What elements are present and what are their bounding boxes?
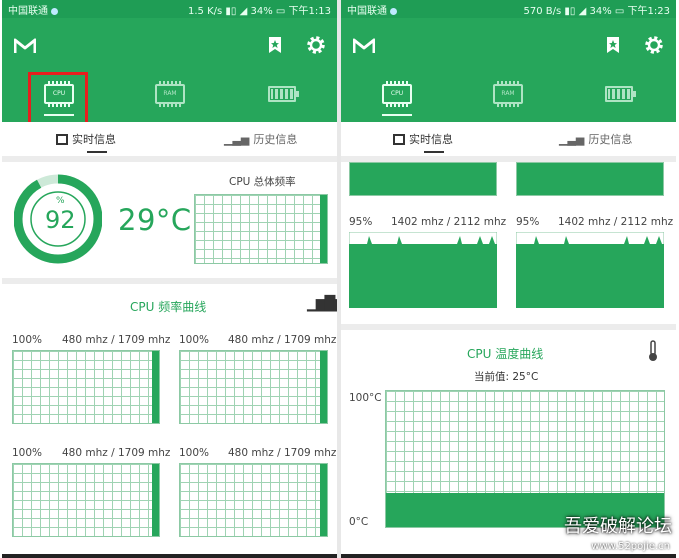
core-6-chart xyxy=(516,232,664,308)
gauge-value: 92 xyxy=(45,206,76,234)
app-logo-icon xyxy=(14,38,36,53)
ram-tab[interactable]: RAM xyxy=(155,81,185,107)
net-speed: 1.5 K/s xyxy=(188,5,223,17)
bar-chart-icon: ▁▃▅ xyxy=(224,132,250,146)
battery-icon: ▭ xyxy=(614,5,625,17)
bars-icon: ▁▆█▆ xyxy=(307,296,337,312)
status-bar: 中国联通 1.5 K/s ▮▯ ◢ 34% ▭ 下午1:13 xyxy=(2,0,337,18)
y-axis-max: 100°C xyxy=(349,392,382,404)
bar-chart-icon: ▁▃▅ xyxy=(559,132,585,146)
carrier-name: 中国联通 xyxy=(8,5,48,17)
core-6-freq: 1402 mhz / 2112 mhz xyxy=(558,216,674,228)
watermark-text: 吾爱破解论坛 xyxy=(564,516,672,537)
clock: 下午1:13 xyxy=(288,5,331,17)
freq-curve-title: CPU 频率曲线 xyxy=(130,300,207,314)
red-highlight-box xyxy=(28,72,88,126)
app-logo-icon xyxy=(353,38,375,53)
shield-icon xyxy=(51,7,58,15)
ram-tab[interactable]: RAM xyxy=(493,81,523,107)
tab-history[interactable]: ▁▃▅ 历史信息 xyxy=(224,131,297,147)
tab-realtime[interactable]: 实时信息 xyxy=(56,131,116,147)
core-4-usage: 100% xyxy=(179,447,210,459)
chip-icon xyxy=(56,133,68,145)
status-bar: 中国联通 570 B/s ▮▯ ◢ 34% ▭ 下午1:23 xyxy=(341,0,676,18)
tab-realtime[interactable]: 实时信息 xyxy=(393,131,453,147)
temp-curve-title: CPU 温度曲线 xyxy=(467,347,544,361)
core-2-freq: 480 mhz / 1709 mhz xyxy=(228,334,337,346)
total-freq-title: CPU 总体频率 xyxy=(229,176,296,188)
clock: 下午1:23 xyxy=(627,5,670,17)
temperature-chart xyxy=(385,390,665,528)
core-2-usage: 100% xyxy=(179,334,210,346)
signal-icon: ▮▯ ◢ xyxy=(564,5,587,17)
sub-tab-bar: 实时信息 ▁▃▅ 历史信息 xyxy=(341,122,676,156)
battery-tab[interactable] xyxy=(605,86,636,102)
bookmark-icon[interactable] xyxy=(265,35,285,55)
core-1-freq: 480 mhz / 1709 mhz xyxy=(62,334,171,346)
core-3-usage: 100% xyxy=(12,447,43,459)
thermometer-icon xyxy=(649,340,657,361)
core-4-chart xyxy=(179,463,328,537)
core-3-freq: 480 mhz / 1709 mhz xyxy=(62,447,171,459)
core-3-chart xyxy=(12,463,160,537)
battery-tab[interactable] xyxy=(268,86,299,102)
screenshot-left: 中国联通 1.5 K/s ▮▯ ◢ 34% ▭ 下午1:13 CPU RAM 实… xyxy=(2,0,337,558)
tab-indicator xyxy=(382,114,412,116)
core-b-chart-tail xyxy=(516,162,664,196)
sub-tab-indicator xyxy=(424,151,444,153)
core-4-freq: 480 mhz / 1709 mhz xyxy=(228,447,337,459)
core-1-usage: 100% xyxy=(12,334,43,346)
battery-icon: ▭ xyxy=(275,5,286,17)
net-speed: 570 B/s xyxy=(523,5,562,17)
battery-level: 34% xyxy=(250,5,273,17)
watermark-url: www.52pojie.cn xyxy=(591,541,670,552)
tab-history[interactable]: ▁▃▅ 历史信息 xyxy=(559,131,632,147)
total-freq-chart xyxy=(194,194,328,264)
sub-tab-indicator xyxy=(87,151,107,153)
core-5-chart xyxy=(349,232,497,308)
core-a-chart-tail xyxy=(349,162,497,196)
gear-icon[interactable] xyxy=(644,35,664,55)
core-5-freq: 1402 mhz / 2112 mhz xyxy=(391,216,507,228)
battery-level: 34% xyxy=(589,5,612,17)
core-5-usage: 95% xyxy=(349,216,373,228)
gear-icon[interactable] xyxy=(306,35,326,55)
cpu-tab[interactable]: CPU xyxy=(382,81,412,107)
carrier-name: 中国联通 xyxy=(347,5,387,17)
bookmark-icon[interactable] xyxy=(603,35,623,55)
gauge-unit: % xyxy=(56,196,65,206)
chip-icon xyxy=(393,133,405,145)
current-temp-label: 当前值: 25°C xyxy=(474,371,539,383)
core-2-chart xyxy=(179,350,328,424)
app-bar: CPU RAM xyxy=(341,18,676,122)
y-axis-min: 0°C xyxy=(349,516,369,528)
core-1-chart xyxy=(12,350,160,424)
signal-icon: ▮▯ ◢ xyxy=(225,5,248,17)
shield-icon xyxy=(390,7,397,15)
sub-tab-bar: 实时信息 ▁▃▅ 历史信息 xyxy=(2,122,337,156)
screenshot-right: 中国联通 570 B/s ▮▯ ◢ 34% ▭ 下午1:23 CPU RAM 实… xyxy=(341,0,676,558)
cpu-temperature: 29°C xyxy=(118,203,192,237)
core-6-usage: 95% xyxy=(516,216,540,228)
